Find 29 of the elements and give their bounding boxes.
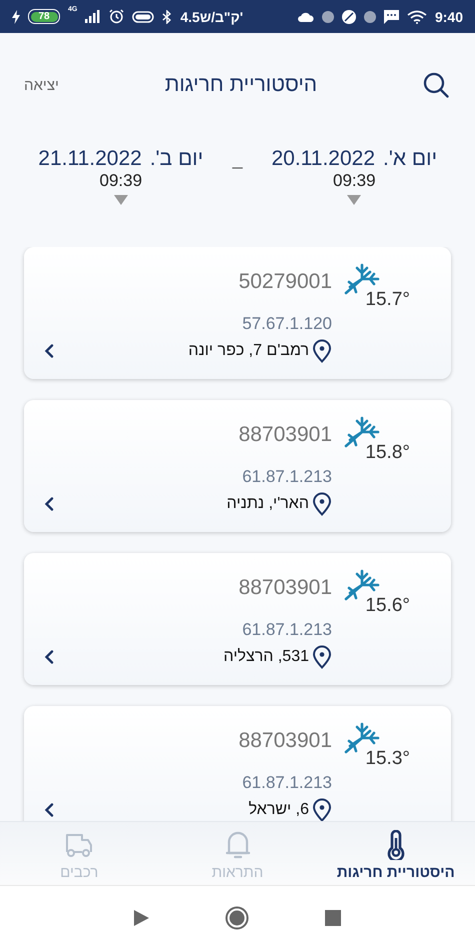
event-id: 50279001: [238, 270, 332, 294]
date-value: 21.11.2022: [38, 146, 142, 172]
temperature: 15.8°: [364, 442, 410, 464]
event-id: 88703901: [238, 576, 332, 600]
day-label: יום ב'.: [150, 146, 204, 172]
day-label: יום א'.: [383, 146, 438, 172]
address: האר'י, נתניה: [226, 495, 309, 513]
time-value: 09:39: [99, 172, 142, 190]
event-id: 88703901: [238, 729, 332, 753]
temperature: 15.6°: [364, 595, 410, 617]
data-speed: 4.5ק"ב/ש': [180, 8, 244, 24]
temperature: 15.3°: [364, 748, 410, 770]
sensor-code: 61.87.1.213: [242, 620, 332, 640]
address: רמב'ם 7, כפר יונה: [188, 342, 309, 360]
sensor-code: 61.87.1.213: [242, 773, 332, 793]
time-value: 09:39: [332, 172, 376, 190]
sensor-code: 61.87.1.213: [242, 467, 332, 487]
battery-icon: 78: [28, 9, 60, 24]
date-value: 20.11.2022: [271, 146, 376, 172]
clock: 9:40: [434, 8, 463, 24]
address: 531, הרצליה: [224, 648, 309, 666]
address: 6, ישראל: [248, 801, 309, 819]
exit-button[interactable]: יציאה: [24, 76, 59, 94]
nav-tab[interactable]: היסטוריית חריגות: [316, 822, 475, 885]
sensor-code: 57.67.1.120: [242, 314, 332, 334]
range-separator: _: [231, 148, 244, 170]
temperature: 15.7°: [364, 289, 410, 311]
event-id: 88703901: [238, 423, 332, 447]
page-title: היסטוריית חריגות: [164, 73, 318, 97]
